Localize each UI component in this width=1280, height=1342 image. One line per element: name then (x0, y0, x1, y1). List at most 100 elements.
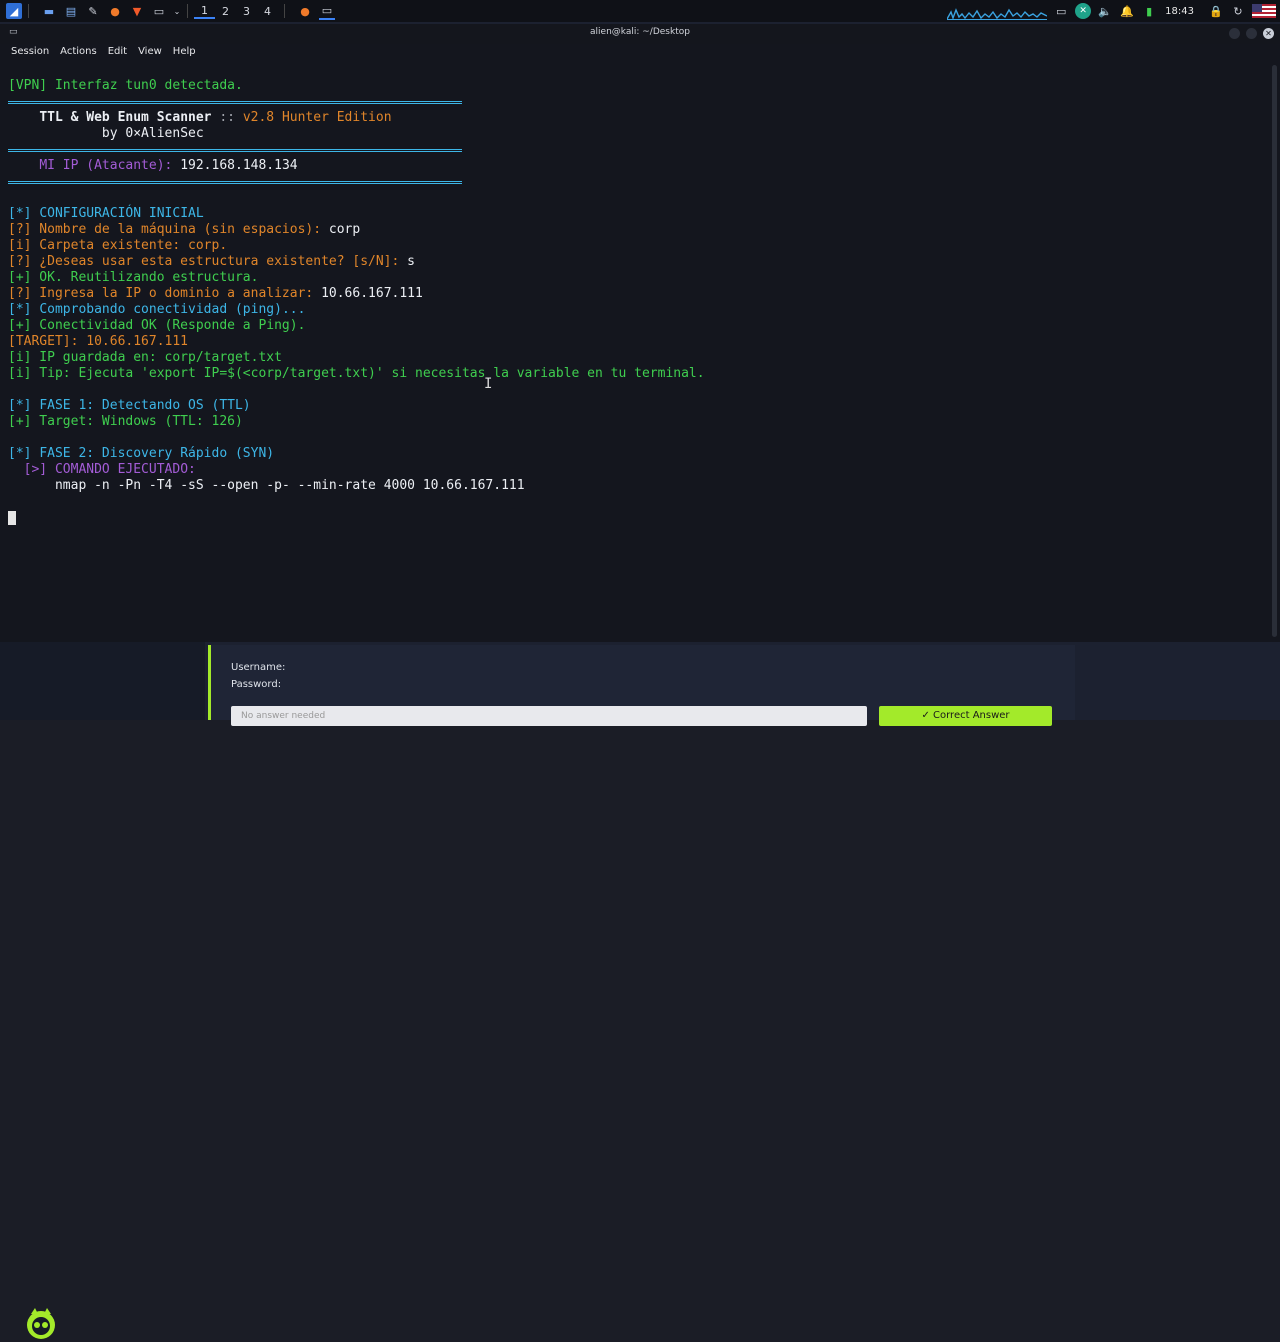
banner-rule (8, 174, 705, 190)
close-button[interactable]: ✕ (1263, 28, 1274, 39)
window-icon[interactable]: ▭ (1053, 3, 1069, 19)
network-graph-icon (947, 8, 1048, 20)
phase2-heading: [*] FASE 2: Discovery Rápido (SYN) (8, 446, 705, 462)
reuse-prompt: [?] ¿Deseas usar esta estructura existen… (8, 254, 400, 269)
target-line: [TARGET]: 10.66.167.111 (8, 334, 189, 349)
machine-name-line: [?] Nombre de la máquina (sin espacios):… (8, 222, 705, 238)
ok-reuse-line: [+] OK. Reutilizando estructura. (8, 270, 259, 285)
terminal-window-icon[interactable]: ▭ (319, 2, 335, 20)
firefox-icon[interactable]: ● (107, 3, 123, 19)
system-tray: ▭ ✕ 🔈 🔔 ▮ 18:43 🔒 ↻ (947, 0, 1280, 22)
reuse-structure-line: [?] ¿Deseas usar esta estructura existen… (8, 254, 705, 270)
chevron-down-icon[interactable]: ⌄ (173, 3, 181, 19)
show-desktop-icon[interactable]: ▬ (41, 3, 57, 19)
machine-name-prompt: [?] Nombre de la máquina (sin espacios): (8, 222, 322, 237)
vpn-line: [VPN] Interfaz tun0 detectada. (8, 78, 243, 93)
reuse-answer: s (407, 254, 415, 269)
banner-by-line: by 0×AlienSec (8, 126, 705, 142)
banner-rule (8, 142, 705, 158)
lock-icon[interactable]: 🔒 (1208, 3, 1224, 19)
banner-author: by 0×AlienSec (101, 126, 204, 141)
firefox-window-icon[interactable]: ● (297, 3, 313, 19)
config-mark: [*] (8, 206, 32, 221)
keyboard-layout-flag-icon[interactable] (1252, 3, 1276, 19)
refresh-icon[interactable]: ↻ (1230, 3, 1246, 19)
text-cursor-icon: I (484, 376, 493, 392)
command-line: nmap -n -Pn -T4 -sS --open -p- --min-rat… (8, 478, 705, 494)
target-ip-line: [?] Ingresa la IP o dominio a analizar: … (8, 286, 705, 302)
taskbar-separator (284, 4, 285, 18)
banner-title: TTL & Web Enum Scanner (39, 110, 212, 125)
volume-icon[interactable]: 🔈 (1097, 3, 1113, 19)
tryhackme-logo-icon (27, 1308, 55, 1339)
clock[interactable]: 18:43 (1165, 6, 1194, 17)
phase1-heading: [*] FASE 1: Detectando OS (TTL) (8, 398, 705, 414)
config-heading: [*] CONFIGURACIÓN INICIAL (8, 206, 705, 222)
notifications-icon[interactable]: 🔔 (1119, 3, 1135, 19)
ip-saved-line: [i] IP guardada en: corp/target.txt (8, 350, 282, 365)
menu-actions[interactable]: Actions (60, 46, 97, 57)
password-label: Password: (231, 679, 282, 690)
banner-version: v2.8 Hunter Edition (242, 110, 392, 125)
phase2-text: FASE 2: Discovery Rápido (SYN) (39, 446, 275, 461)
brave-icon[interactable]: ▼ (129, 3, 145, 19)
command-label: [>] COMANDO EJECUTADO: (23, 462, 196, 477)
workspace-1[interactable]: 1 (194, 4, 215, 19)
phase1-text: FASE 1: Detectando OS (TTL) (39, 398, 251, 413)
menu-view[interactable]: View (138, 46, 162, 57)
banner-sep: :: (211, 110, 243, 125)
us-flag-icon (1252, 4, 1276, 18)
terminal-window[interactable]: ▭ alien@kali: ~/Desktop ✕ Session Action… (0, 24, 1280, 642)
banner-rule (8, 94, 705, 110)
ping-ok-line: [+] Conectividad OK (Responde a Ping). (8, 318, 306, 333)
machine-name-answer: corp (328, 222, 361, 237)
ping-mark: [*] (8, 302, 32, 317)
taskbar-separator (187, 4, 188, 18)
workspace-2[interactable]: 2 (215, 5, 236, 18)
workspace-4[interactable]: 4 (257, 5, 278, 18)
window-title: alien@kali: ~/Desktop (590, 27, 690, 37)
x-app-icon[interactable]: ✕ (1075, 3, 1092, 19)
tip-line: [i] Tip: Ejecuta 'export IP=$(<corp/targ… (8, 366, 705, 381)
taskbar-separator (28, 4, 29, 18)
menubar: Session Actions Edit View Help (0, 44, 1280, 59)
username-label: Username: (231, 662, 286, 673)
workspace-3[interactable]: 3 (236, 5, 257, 18)
menu-edit[interactable]: Edit (108, 46, 127, 57)
terminal-scrollbar[interactable] (1272, 65, 1277, 637)
maximize-button[interactable] (1246, 28, 1257, 39)
background-sidebar (0, 640, 205, 1339)
file-manager-icon[interactable]: ▤ (63, 3, 79, 19)
ip-value: 192.168.148.134 (180, 158, 298, 173)
battery-icon[interactable]: ▮ (1141, 3, 1157, 19)
menu-help[interactable]: Help (173, 46, 196, 57)
minimize-button[interactable] (1229, 28, 1240, 39)
ping-check-line: [*] Comprobando conectividad (ping)... (8, 302, 705, 318)
ip-line: MI IP (Atacante): 192.168.148.134 (8, 158, 705, 174)
password-row: Password: (231, 679, 285, 690)
window-titlebar[interactable]: ▭ alien@kali: ~/Desktop ✕ (0, 24, 1280, 44)
kali-menu-icon[interactable]: ◢ (6, 3, 22, 19)
terminal-cursor (8, 510, 16, 525)
correct-answer-button[interactable]: ✓ Correct Answer (879, 706, 1052, 726)
phase2-mark: [*] (8, 446, 32, 461)
text-editor-icon[interactable]: ✎ (85, 3, 101, 19)
taskbar: ◢ ▬ ▤ ✎ ● ▼ ▭ ⌄ 1 2 3 4 ● ▭ ▭ ✕ 🔈 🔔 ▮ 18… (0, 0, 1280, 22)
ip-label: MI IP (Atacante): (39, 158, 173, 173)
terminal-output[interactable]: [VPN] Interfaz tun0 detectada. TTL & Web… (8, 62, 705, 526)
nmap-command: nmap -n -Pn -T4 -sS --open -p- --min-rat… (54, 478, 525, 493)
banner-title-line: TTL & Web Enum Scanner :: v2.8 Hunter Ed… (8, 110, 705, 126)
answer-input[interactable]: No answer needed (231, 706, 867, 726)
cursor-line (8, 510, 705, 526)
config-text: CONFIGURACIÓN INICIAL (39, 206, 204, 221)
username-row: Username: (231, 662, 289, 673)
menu-session[interactable]: Session (11, 46, 49, 57)
target-ip-answer: 10.66.167.111 (321, 286, 423, 301)
command-label-line: [>] COMANDO EJECUTADO: (8, 462, 705, 478)
phase1-mark: [*] (8, 398, 32, 413)
terminal-icon[interactable]: ▭ (151, 3, 167, 19)
window-controls: ✕ (1229, 28, 1274, 39)
